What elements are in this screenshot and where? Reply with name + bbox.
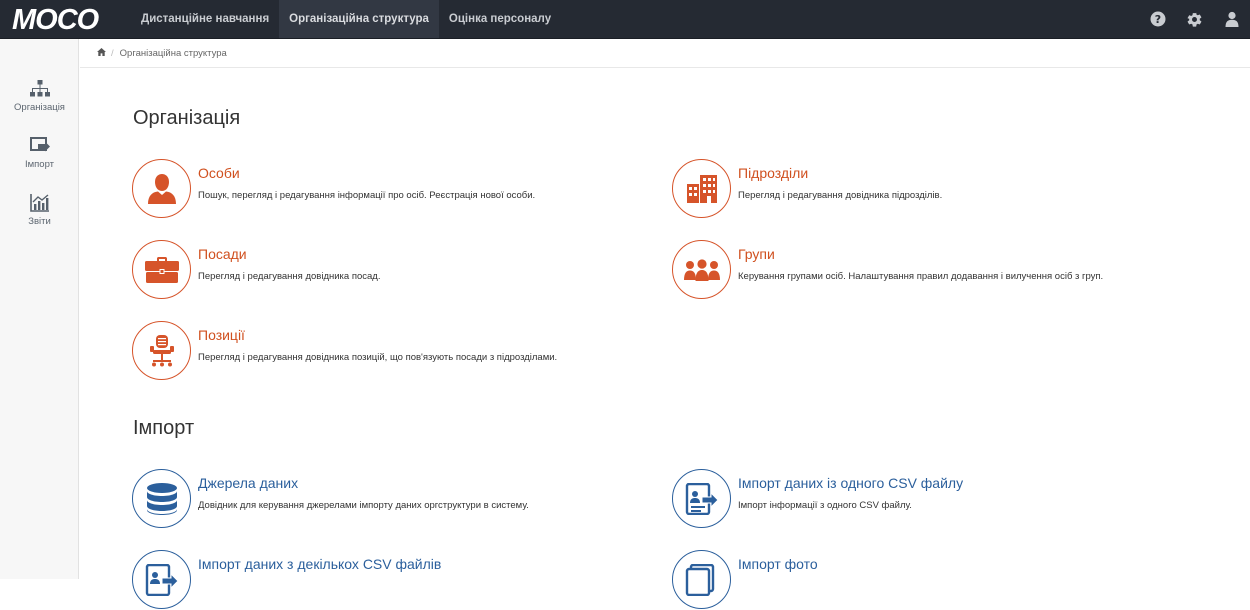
nav-personnel-assessment[interactable]: Оцінка персоналу: [439, 0, 561, 38]
sidebar-item-label: Звіти: [28, 216, 51, 227]
breadcrumb-separator: /: [111, 47, 114, 59]
csv-import-icon: [672, 469, 731, 528]
card-multi-csv-import[interactable]: Імпорт даних з декількох CSV файлів: [132, 550, 672, 610]
card-description: Перегляд і редагування довідника посад.: [198, 271, 381, 282]
top-right-icons: ?: [1139, 0, 1250, 38]
card-description: Довідник для керування джерелами імпорту…: [198, 500, 529, 511]
card-groups[interactable]: Групи Керування групами осіб. Налаштуван…: [672, 240, 1232, 300]
card-photo-import[interactable]: Імпорт фото: [672, 550, 1232, 610]
nav-org-structure[interactable]: Організаційна структура: [279, 0, 439, 38]
multi-csv-import-icon: [132, 550, 191, 609]
card-title: Посади: [198, 246, 247, 262]
card-description: Пошук, перегляд і редагування інформації…: [198, 190, 536, 201]
sidebar-item-organization[interactable]: Організація: [0, 79, 79, 113]
user-icon[interactable]: [1213, 0, 1250, 38]
card-description: Імпорт інформації з одного CSV файлу.: [738, 500, 912, 511]
home-icon[interactable]: [97, 47, 106, 59]
card-title: Імпорт даних із одного CSV файлу: [738, 475, 964, 491]
card-title: Групи: [738, 246, 775, 262]
person-icon: [132, 159, 191, 218]
sidebar-item-import[interactable]: Імпорт: [0, 136, 79, 170]
card-description: Перегляд і редагування довідника позицій…: [198, 352, 558, 363]
card-title: Імпорт даних з декількох CSV файлів: [198, 556, 442, 572]
main-content: Організація Особи Пошук, перегляд і реда…: [80, 68, 1250, 609]
chair-icon: [132, 321, 191, 380]
svg-text:MOCO: MOCO: [12, 5, 100, 33]
org-chart-icon: [29, 80, 50, 97]
top-navbar: MOCO Дистанційне навчання Організаційна …: [0, 0, 1250, 39]
section-title-import: Імпорт: [133, 417, 195, 439]
reports-icon: [29, 194, 49, 212]
card-positions[interactable]: Посади Перегляд і редагування довідника …: [132, 240, 672, 300]
briefcase-icon: [132, 240, 191, 299]
database-icon: [132, 469, 191, 528]
section-title-organization: Організація: [133, 107, 241, 129]
card-workplaces[interactable]: Позиції Перегляд і редагування довідника…: [132, 321, 672, 381]
card-title: Імпорт фото: [738, 556, 818, 572]
photo-import-icon: [672, 550, 731, 609]
help-icon[interactable]: ?: [1139, 0, 1176, 38]
card-description: Керування групами осіб. Налаштування пра…: [738, 271, 1104, 282]
sidebar: Організація Імпорт Звіти: [0, 39, 79, 579]
sidebar-item-label: Імпорт: [24, 159, 55, 170]
card-title: Підрозділи: [738, 165, 809, 181]
main-nav: Дистанційне навчання Організаційна струк…: [131, 0, 561, 38]
sidebar-item-label: Організація: [14, 102, 65, 113]
import-icon: [29, 137, 50, 152]
nav-distance-learning[interactable]: Дистанційне навчання: [131, 0, 279, 38]
moco-logo[interactable]: MOCO: [12, 5, 120, 33]
building-icon: [672, 159, 731, 218]
group-icon: [672, 240, 731, 299]
card-title: Особи: [198, 165, 240, 181]
card-title: Позиції: [198, 327, 245, 343]
breadcrumb: / Організаційна структура: [80, 39, 1250, 68]
card-title: Джерела даних: [198, 475, 299, 491]
card-persons[interactable]: Особи Пошук, перегляд і редагування інфо…: [132, 159, 672, 219]
gear-icon[interactable]: [1176, 0, 1213, 38]
card-single-csv-import[interactable]: Імпорт даних із одного CSV файлу Імпорт …: [672, 469, 1232, 529]
card-departments[interactable]: Підрозділи Перегляд і редагування довідн…: [672, 159, 1232, 219]
card-description: Перегляд і редагування довідника підрозд…: [738, 190, 943, 201]
svg-text:?: ?: [1154, 13, 1160, 26]
sidebar-item-reports[interactable]: Звіти: [0, 193, 79, 227]
card-data-sources[interactable]: Джерела даних Довідник для керування дже…: [132, 469, 672, 529]
breadcrumb-current: Організаційна структура: [119, 47, 227, 59]
